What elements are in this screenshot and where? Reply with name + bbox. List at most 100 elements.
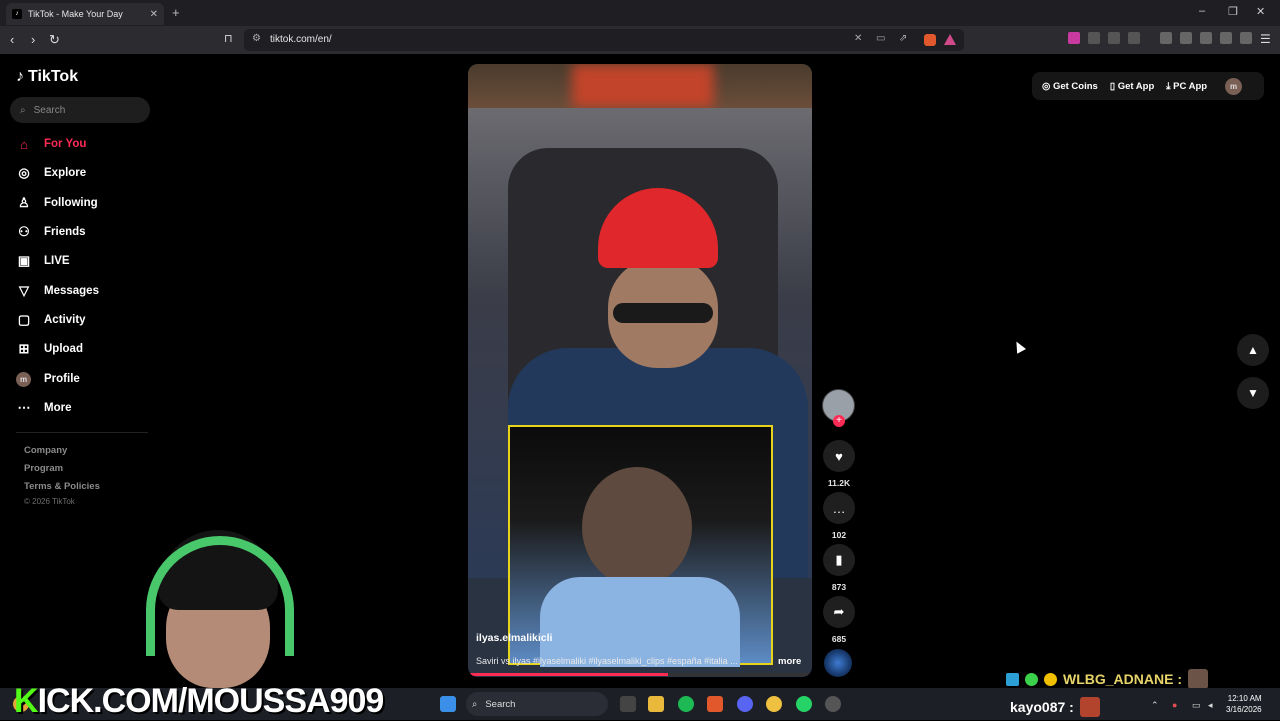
site-settings-icon[interactable]: ⚙ (252, 33, 261, 44)
reload-icon[interactable]: ↻ (49, 32, 60, 48)
whatsapp-icon[interactable] (796, 696, 812, 712)
windows-start-icon[interactable] (440, 696, 456, 712)
share-action[interactable]: ➦ 685 (822, 596, 856, 644)
close-window-button[interactable]: ✕ (1256, 5, 1265, 18)
bookmark-icon[interactable]: ▮ (823, 544, 855, 576)
sidebar-item-label: Messages (44, 285, 99, 297)
minimize-button[interactable]: – (1199, 5, 1205, 17)
tab-close-icon[interactable]: ✕ (150, 9, 158, 20)
brave-browser-icon[interactable] (707, 696, 723, 712)
taskbar-search-label: Search (485, 698, 516, 710)
microphone-icon[interactable]: ● (1172, 700, 1177, 710)
tiktok-logo[interactable]: ♪ TikTok (16, 68, 78, 86)
chevron-up-icon: ▲ (1247, 343, 1259, 357)
sidebar-item-messages[interactable]: ▽ Messages (16, 281, 99, 301)
sidebar-item-label: More (44, 402, 72, 414)
activity-icon: ▢ (17, 312, 31, 327)
file-explorer-icon[interactable] (648, 696, 664, 712)
system-clock[interactable]: 12:10 AM 3/16/2026 (1226, 693, 1262, 715)
sidebar-item-live[interactable]: ▣ LIVE (16, 251, 70, 271)
search-input[interactable]: ⌕ Search (10, 97, 150, 123)
bookmark-icon[interactable]: ⊓ (224, 32, 233, 45)
headphones-icon (146, 536, 294, 656)
sidebar-item-explore[interactable]: ◎ Explore (16, 163, 86, 183)
kick-channel-watermark: KICK.COM/MOUSSA909 (14, 682, 384, 720)
brave-shield-icon[interactable] (924, 34, 936, 46)
sidebar-item-for-you[interactable]: ⌂ For You (16, 134, 86, 154)
footer-link-program[interactable]: Program (24, 463, 63, 474)
taskbar-app-icon[interactable] (766, 696, 782, 712)
menu-icon[interactable]: ☰ (1260, 32, 1271, 46)
chat-badge-icon (1044, 672, 1057, 686)
get-coins-button[interactable]: ◎ Get Coins (1042, 81, 1098, 92)
progress-fill (468, 673, 668, 676)
media-off-icon[interactable]: ✕ (854, 33, 862, 44)
search-placeholder: Search (33, 104, 66, 116)
sidebar-toggle-icon[interactable] (1180, 32, 1192, 44)
new-tab-button[interactable]: + (172, 5, 180, 20)
forward-arrow-icon[interactable]: › (31, 32, 35, 47)
sidebar-item-more[interactable]: ⋯ More (16, 398, 72, 418)
video-player[interactable]: ilyas.elmalikicli Saviri vs ilyas #ilyas… (468, 64, 812, 677)
footer-link-terms[interactable]: Terms & Policies (24, 481, 100, 492)
network-icon[interactable]: ▭ (1192, 700, 1201, 711)
maximize-button[interactable]: ❐ (1228, 5, 1238, 18)
leo-ai-icon[interactable] (1220, 32, 1232, 44)
sidebar-item-label: Explore (44, 167, 87, 179)
sidebar-item-following[interactable]: ♙ Following (16, 193, 97, 213)
comment-action[interactable]: … 102 (822, 492, 856, 540)
logo-text: TikTok (28, 68, 79, 85)
extension-icon[interactable] (1128, 32, 1140, 44)
cast-icon[interactable]: ▭ (876, 33, 885, 44)
save-count: 873 (831, 582, 847, 592)
wallet-icon[interactable] (1200, 32, 1212, 44)
search-icon: ⌕ (20, 104, 26, 116)
url-text: tiktok.com/en/ (270, 34, 332, 45)
avatar-icon: m (16, 371, 32, 387)
previous-video-button[interactable]: ▲ (1237, 334, 1269, 366)
media-icon[interactable] (1160, 32, 1172, 44)
sidebar-item-upload[interactable]: ⊞ Upload (16, 339, 83, 359)
get-app-button[interactable]: ▯ Get App (1110, 81, 1154, 92)
description-more-button[interactable]: more (778, 656, 801, 667)
like-action[interactable]: ♥ 11.2K (822, 440, 856, 488)
share-arrow-icon[interactable]: ➦ (823, 596, 855, 628)
sidebar-item-label: Friends (44, 226, 86, 238)
puzzle-icon[interactable] (1108, 32, 1120, 44)
user-avatar[interactable]: m (1225, 77, 1243, 95)
task-view-icon[interactable] (620, 696, 636, 712)
top-right-actions: ◎ Get Coins ▯ Get App ⤓ PC App m (1032, 72, 1264, 100)
browser-tab[interactable]: ♪ TikTok - Make Your Day ✕ (6, 3, 164, 25)
pc-app-button[interactable]: ⤓ PC App (1166, 81, 1207, 92)
address-bar[interactable]: ⚙ tiktok.com/en/ ✕ ▭ ⇗ (244, 29, 964, 51)
video-author[interactable]: ilyas.elmalikicli (476, 632, 552, 644)
extension-icon[interactable] (1088, 32, 1100, 44)
share-icon[interactable]: ⇗ (899, 33, 907, 44)
brave-rewards-icon[interactable] (944, 34, 956, 45)
chat-emote-icon (1188, 669, 1208, 689)
save-action[interactable]: ▮ 873 (822, 544, 856, 592)
back-arrow-icon[interactable]: ‹ (10, 32, 14, 47)
comment-icon[interactable]: … (823, 492, 855, 524)
video-progress-bar[interactable] (468, 673, 812, 676)
follow-plus-button[interactable]: + (833, 415, 845, 427)
sidebar-item-profile[interactable]: m Profile (16, 369, 80, 389)
extension-icon[interactable] (1068, 32, 1080, 44)
picture-in-picture-frame (508, 425, 773, 667)
spotify-icon[interactable] (678, 696, 694, 712)
sidebar-item-friends[interactable]: ⚇ Friends (16, 222, 86, 242)
vpn-icon[interactable] (1240, 32, 1252, 44)
stream-chat-message: WLBG_ADNANE : (1006, 669, 1208, 689)
taskbar-search[interactable]: ⌕ Search (466, 692, 608, 716)
sidebar-item-activity[interactable]: ▢ Activity (16, 310, 86, 330)
next-video-button[interactable]: ▼ (1237, 377, 1269, 409)
heart-icon[interactable]: ♥ (823, 440, 855, 472)
taskbar-app-icon[interactable] (825, 696, 841, 712)
footer-link-company[interactable]: Company (24, 445, 67, 456)
discord-icon[interactable] (737, 696, 753, 712)
tray-chevron-icon[interactable]: ⌃ (1151, 700, 1159, 711)
volume-icon[interactable]: ◂ (1208, 700, 1213, 711)
music-disc-icon[interactable] (824, 649, 852, 677)
clock-date: 3/16/2026 (1226, 705, 1262, 714)
webcam-overlay (128, 526, 308, 694)
